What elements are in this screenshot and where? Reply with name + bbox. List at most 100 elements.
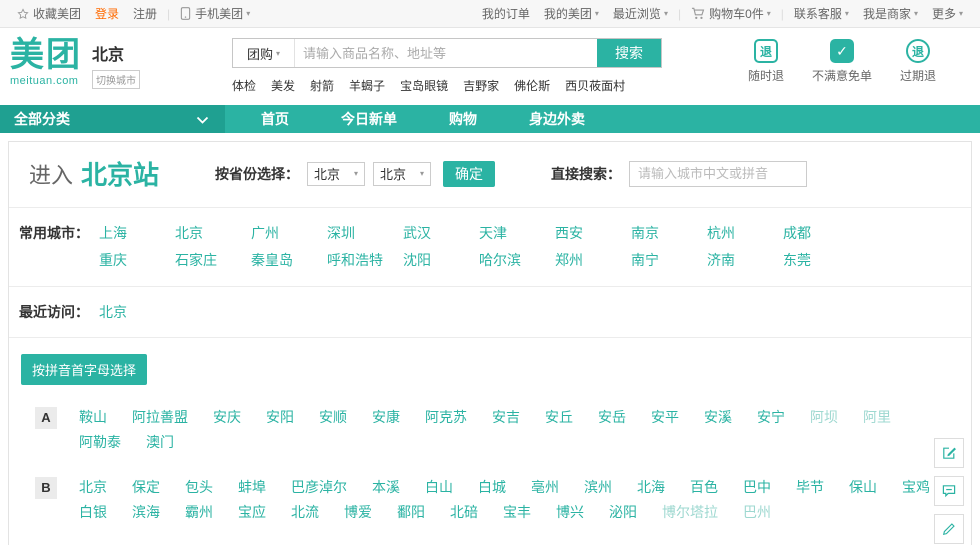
city-link[interactable]: 北京: [175, 220, 251, 246]
nav-item[interactable]: 购物: [423, 105, 503, 133]
feedback-button[interactable]: [934, 476, 964, 506]
city-link[interactable]: 阿里: [863, 409, 891, 425]
city-link[interactable]: 博尔塔拉: [662, 504, 718, 520]
city-link[interactable]: 呼和浩特: [327, 247, 403, 273]
all-categories-menu[interactable]: 全部分类: [0, 105, 225, 133]
city-link[interactable]: 秦皇岛: [251, 247, 327, 273]
topbar-item[interactable]: 注册: [133, 5, 157, 22]
city-link[interactable]: 白山: [425, 479, 453, 495]
city-link[interactable]: 安岳: [598, 409, 626, 425]
city-link[interactable]: 白银: [79, 504, 107, 520]
city-link[interactable]: 成都: [783, 220, 859, 246]
topbar-item[interactable]: 我是商家▾: [863, 5, 918, 22]
meituan-logo[interactable]: 美团 meituan.com: [10, 35, 82, 87]
hot-keyword-link[interactable]: 宝岛眼镜: [400, 79, 448, 93]
topbar-item[interactable]: 收藏美团: [17, 5, 81, 22]
city-select[interactable]: 北京 ▾: [373, 162, 431, 186]
city-link[interactable]: 泌阳: [609, 504, 637, 520]
city-link[interactable]: 百色: [690, 479, 718, 495]
city-link[interactable]: 滨州: [584, 479, 612, 495]
city-link[interactable]: 上海: [99, 220, 175, 246]
city-link[interactable]: 安顺: [319, 409, 347, 425]
search-category-dropdown[interactable]: 团购 ▾: [233, 39, 295, 67]
topbar-item[interactable]: 我的美团▾: [544, 5, 599, 22]
city-link[interactable]: 鄱阳: [397, 504, 425, 520]
city-link[interactable]: 安阳: [266, 409, 294, 425]
city-link[interactable]: 天津: [479, 220, 555, 246]
city-link[interactable]: 东莞: [783, 247, 859, 273]
search-input[interactable]: [295, 39, 597, 67]
city-search-input[interactable]: [629, 161, 807, 187]
city-link[interactable]: 巴彦淖尔: [291, 479, 347, 495]
city-link[interactable]: 哈尔滨: [479, 247, 555, 273]
city-link[interactable]: 石家庄: [175, 247, 251, 273]
city-link[interactable]: 保山: [849, 479, 877, 495]
city-link[interactable]: 安庆: [213, 409, 241, 425]
city-link[interactable]: 包头: [185, 479, 213, 495]
nav-item[interactable]: 今日新单: [315, 105, 423, 133]
compose-button[interactable]: [934, 438, 964, 468]
city-link[interactable]: 阿拉善盟: [132, 409, 188, 425]
hot-keyword-link[interactable]: 吉野家: [463, 79, 499, 93]
hot-keyword-link[interactable]: 西贝莜面村: [565, 79, 625, 93]
city-link[interactable]: 安宁: [757, 409, 785, 425]
city-link[interactable]: 鞍山: [79, 409, 107, 425]
hot-keyword-link[interactable]: 射箭: [310, 79, 334, 93]
city-link[interactable]: 阿勒泰: [79, 434, 121, 450]
city-link[interactable]: 博爱: [344, 504, 372, 520]
city-link[interactable]: 北海: [637, 479, 665, 495]
city-link[interactable]: 安溪: [704, 409, 732, 425]
city-link[interactable]: 宝应: [238, 504, 266, 520]
city-link[interactable]: 安平: [651, 409, 679, 425]
city-link[interactable]: 保定: [132, 479, 160, 495]
topbar-item[interactable]: 最近浏览▾: [613, 5, 668, 22]
city-link[interactable]: 杭州: [707, 220, 783, 246]
confirm-button[interactable]: 确定: [443, 161, 495, 187]
city-link[interactable]: 毕节: [796, 479, 824, 495]
province-select[interactable]: 北京 ▾: [307, 162, 365, 186]
city-link[interactable]: 宝鸡: [902, 479, 930, 495]
city-link[interactable]: 安吉: [492, 409, 520, 425]
city-link[interactable]: 武汉: [403, 220, 479, 246]
city-link[interactable]: 巴中: [743, 479, 771, 495]
city-link[interactable]: 深圳: [327, 220, 403, 246]
city-link[interactable]: 西安: [555, 220, 631, 246]
city-link[interactable]: 阿克苏: [425, 409, 467, 425]
hot-keyword-link[interactable]: 美发: [271, 79, 295, 93]
city-link[interactable]: 白城: [478, 479, 506, 495]
city-link[interactable]: 蚌埠: [238, 479, 266, 495]
city-link[interactable]: 郑州: [555, 247, 631, 273]
city-link[interactable]: 本溪: [372, 479, 400, 495]
city-link[interactable]: 亳州: [531, 479, 559, 495]
city-link[interactable]: 博兴: [556, 504, 584, 520]
city-link[interactable]: 南京: [631, 220, 707, 246]
city-link[interactable]: 安丘: [545, 409, 573, 425]
city-link[interactable]: 澳门: [146, 434, 174, 450]
city-link[interactable]: 南宁: [631, 247, 707, 273]
city-link[interactable]: 安康: [372, 409, 400, 425]
city-link[interactable]: 北碚: [450, 504, 478, 520]
hot-keyword-link[interactable]: 佛伦斯: [514, 79, 550, 93]
city-link[interactable]: 沈阳: [403, 247, 479, 273]
topbar-item[interactable]: 手机美团▾: [180, 5, 250, 22]
topbar-item[interactable]: 联系客服▾: [794, 5, 849, 22]
city-link[interactable]: 济南: [707, 247, 783, 273]
search-button[interactable]: 搜索: [597, 39, 661, 67]
city-link[interactable]: 北流: [291, 504, 319, 520]
topbar-item[interactable]: 购物车0件▾: [691, 5, 771, 22]
city-link[interactable]: 重庆: [99, 247, 175, 273]
city-link[interactable]: 巴州: [743, 504, 771, 520]
nav-item[interactable]: 身边外卖: [503, 105, 611, 133]
topbar-item[interactable]: 我的订单: [482, 5, 530, 22]
hot-keyword-link[interactable]: 羊蝎子: [349, 79, 385, 93]
topbar-item[interactable]: 更多▾: [932, 5, 963, 22]
topbar-item[interactable]: 登录: [95, 5, 119, 22]
city-link[interactable]: 滨海: [132, 504, 160, 520]
switch-city-button[interactable]: 切换城市: [92, 70, 140, 89]
city-link[interactable]: 北京: [99, 304, 127, 320]
pencil-button[interactable]: [934, 514, 964, 544]
city-link[interactable]: 霸州: [185, 504, 213, 520]
city-link[interactable]: 北京: [79, 479, 107, 495]
city-link[interactable]: 阿坝: [810, 409, 838, 425]
city-link[interactable]: 宝丰: [503, 504, 531, 520]
